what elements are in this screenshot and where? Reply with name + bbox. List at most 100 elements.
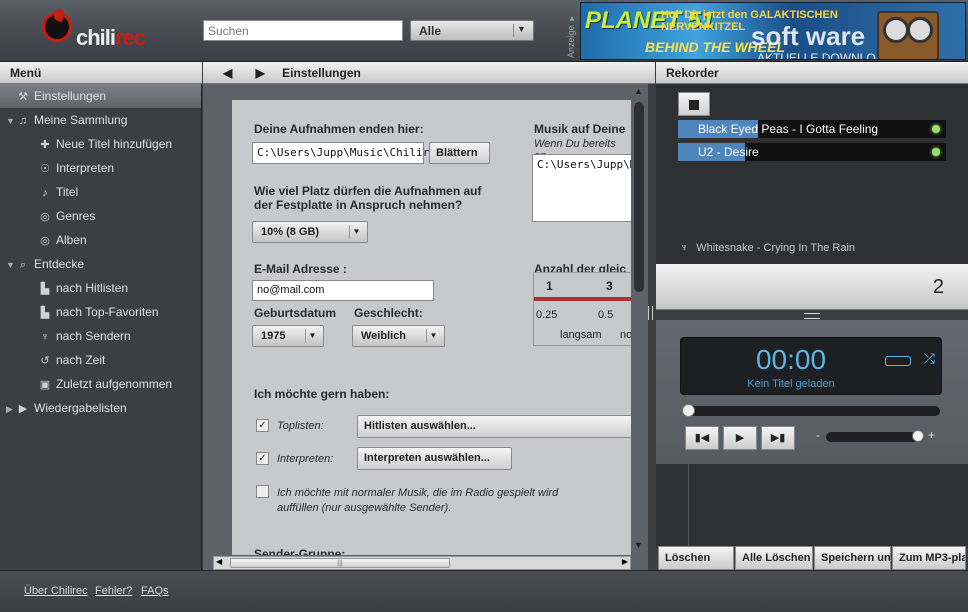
wish-label: Ich möchte gern haben: [254, 387, 390, 401]
recording-led-icon [932, 148, 940, 156]
settings-vertical-scrollbar[interactable]: ▲ ▼ [631, 84, 647, 554]
logo-text: chilirec [76, 25, 146, 50]
sidebar-item-album[interactable]: ◎ Alben [0, 228, 201, 252]
forward-arrow-icon[interactable]: ▶ [256, 66, 265, 80]
note-icon: ♪ [42, 187, 48, 199]
recorder-header: Rekorder [656, 62, 968, 84]
search-filter-value: Alle [419, 24, 442, 38]
collapse-arrow-icon[interactable]: ▶ [6, 397, 16, 421]
browse-button[interactable]: Blättern [429, 142, 490, 164]
sidebar-item-clock[interactable]: ↺ nach Zeit [0, 348, 201, 372]
plus-icon: ✚ [40, 139, 50, 151]
splitter-grip[interactable] [648, 306, 653, 320]
playlist[interactable] [656, 464, 968, 546]
scroll-right-icon[interactable]: ▶ [622, 557, 628, 566]
settings-horizontal-scrollbar[interactable]: ◀ ||| ▶ [213, 556, 631, 570]
sidebar-item-tape[interactable]: ▣ Zuletzt aufgenommen [0, 372, 201, 396]
radio-fill-label: Ich möchte mit normaler Musik, die im Ra… [277, 487, 559, 514]
birth-label: Geburtsdatum [254, 306, 337, 320]
repeat-icon[interactable] [885, 356, 911, 366]
artists-select-button[interactable]: Interpreten auswählen... [357, 447, 512, 470]
sidebar-item-label: nach Sendern [56, 329, 131, 343]
sidebar-item-music-note[interactable]: ▼ ♫ Meine Sammlung [0, 108, 201, 132]
stop-recording-button[interactable] [678, 92, 710, 116]
expand-arrow-icon[interactable]: ▼ [6, 109, 16, 133]
artists-checkbox[interactable]: ✓ [256, 452, 269, 465]
previous-icon: ▮◀ [694, 432, 710, 444]
rec-path-field[interactable]: C:\Users\Jupp\Music\Chilirec [252, 142, 442, 164]
faq-link[interactable]: FAQs [141, 585, 169, 597]
gauge-bar[interactable] [534, 297, 631, 301]
music-folder-field[interactable]: C:\Users\Jupp\M [532, 154, 631, 222]
chevron-down-icon: ▼ [426, 329, 440, 343]
volume-down-icon[interactable]: - [816, 428, 820, 442]
scroll-down-icon[interactable]: ▼ [634, 540, 643, 550]
disk-space-value: 10% (8 GB) [261, 226, 320, 238]
seek-knob[interactable] [682, 404, 695, 417]
volume-slider[interactable] [826, 430, 924, 442]
recording-row[interactable]: Black Eyed Peas - I Gotta Feeling [678, 120, 946, 138]
gauge-tick: 1 [546, 279, 553, 293]
volume-up-icon[interactable]: + [928, 428, 935, 442]
charts-select-button[interactable]: Hitlisten auswählen... [357, 415, 631, 438]
sidebar-item-note[interactable]: ♪ Titel [0, 180, 201, 204]
recorder-header-label: Rekorder [666, 66, 719, 80]
sidebar-item-label: Wiedergabelisten [34, 401, 127, 415]
sidebar-item-label: nach Zeit [56, 353, 106, 367]
scroll-thumb[interactable] [634, 102, 644, 292]
play-button[interactable]: ▶ [723, 426, 757, 450]
gauge-tick: 3 [606, 279, 613, 293]
watermark: soft ware [751, 21, 866, 51]
search-input[interactable] [203, 20, 403, 41]
settings-pane: Deine Aufnahmen enden hier: C:\Users\Jup… [203, 84, 648, 570]
chevron-down-icon: ▼ [305, 329, 319, 343]
sidebar-item-disc[interactable]: ◎ Genres [0, 204, 201, 228]
sidebar-item-antenna[interactable]: ♆ nach Sendern [0, 324, 201, 348]
radio-fill-checkbox[interactable] [256, 485, 269, 498]
sidebar-item-wrench[interactable]: ⚒ Einstellungen [0, 84, 201, 108]
playlist-button-0[interactable]: Löschen [658, 546, 734, 570]
sidebar-item-chart[interactable]: ▙ nach Hitlisten [0, 276, 201, 300]
disk-space-select[interactable]: 10% (8 GB) ▼ [252, 221, 368, 243]
chevron-down-icon: ▼ [349, 225, 363, 239]
charts-checkbox[interactable]: ✓ [256, 419, 269, 432]
birth-year-select[interactable]: 1975 ▼ [252, 325, 324, 347]
playlist-button-2[interactable]: Speichern unter [814, 546, 891, 570]
scroll-thumb[interactable]: ||| [230, 558, 450, 568]
next-button[interactable]: ▶▮ [761, 426, 795, 450]
music-folder-label: Musik auf Deine [534, 122, 626, 136]
recording-row[interactable]: U2 - Desire [678, 143, 946, 161]
errors-link[interactable]: Fehler? [95, 585, 132, 597]
disk-space-label: Wie viel Platz dürfen die Aufnahmen auf d… [254, 184, 482, 212]
gender-select[interactable]: Weiblich ▼ [352, 325, 445, 347]
shuffle-icon[interactable]: ⤮ [924, 350, 935, 367]
sidebar-item-label: Interpreten [56, 161, 115, 175]
panel-splitter[interactable] [656, 310, 968, 320]
sidebar-item-artist[interactable]: ☉ Interpreten [0, 156, 201, 180]
player-time: 00:00 [755, 344, 827, 375]
email-field[interactable]: no@mail.com [252, 280, 434, 301]
volume-knob[interactable] [912, 430, 924, 442]
recording-count-bar: 2 [656, 264, 968, 310]
sidebar-item-plus[interactable]: ✚ Neue Titel hinzufügen [0, 132, 201, 156]
scroll-up-icon[interactable]: ▲ [634, 86, 643, 96]
sidebar-item-label: Einstellungen [34, 89, 107, 103]
back-arrow-icon[interactable]: ◀ [223, 66, 232, 80]
player-display: 00:00 Kein Titel geladen ⤮ [680, 337, 942, 395]
scroll-left-icon[interactable]: ◀ [216, 557, 222, 566]
playlist-button-1[interactable]: Alle Löschen [735, 546, 813, 570]
seek-bar[interactable] [682, 404, 940, 417]
expand-arrow-icon[interactable]: ▼ [6, 253, 16, 277]
sidebar-item-playlist[interactable]: ▶ ▶ Wiedergabelisten [0, 396, 201, 420]
ad-banner[interactable]: PLANET 51 Hol' Dir jetzt den GALAKTISCHE… [580, 2, 966, 60]
sidebar-item-search[interactable]: ▼ ⌕ Entdecke [0, 252, 201, 276]
album-icon: ◎ [40, 235, 50, 247]
about-link[interactable]: Über Chilirec [24, 585, 88, 597]
sidebar: ⚒ Einstellungen ▼ ♫ Meine Sammlung ✚ Neue Tite… [0, 84, 202, 570]
sidebar-item-chart[interactable]: ▙ nach Top-Favoriten [0, 300, 201, 324]
previous-button[interactable]: ▮◀ [685, 426, 719, 450]
recording-title: U2 - Desire [698, 145, 759, 159]
search-filter-select[interactable]: Alle ▼ [410, 20, 534, 41]
gauge-scale: 0.5 [598, 309, 614, 321]
playlist-button-3[interactable]: Zum MP3-player [892, 546, 966, 570]
